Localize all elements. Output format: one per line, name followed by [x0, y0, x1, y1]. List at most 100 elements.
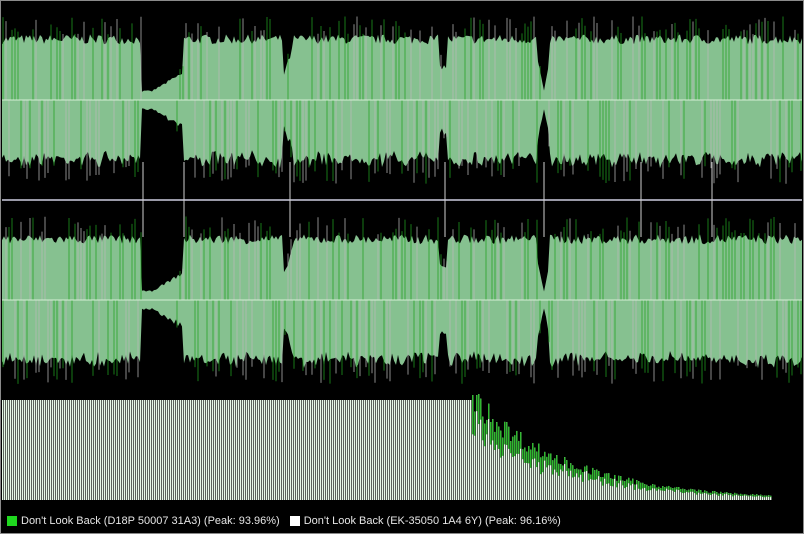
- spectrum-bar: [468, 400, 470, 500]
- spectrum-bar: [64, 400, 66, 500]
- spectrum-bar-peak: [496, 422, 498, 445]
- spectrum-bar-peak: [748, 495, 750, 497]
- spectrum-bar: [104, 400, 106, 500]
- spectrum-bar-peak: [494, 431, 496, 450]
- spectrum-bar: [120, 400, 122, 500]
- spectrum-bar-peak: [754, 494, 756, 497]
- spectrum-bar: [310, 400, 312, 500]
- spectrum-bar: [336, 400, 338, 500]
- spectrum-bar-peak: [756, 494, 758, 497]
- spectrum-bar: [56, 400, 58, 500]
- spectrum-bar: [218, 400, 220, 500]
- spectrum-bar-peak: [552, 460, 554, 475]
- spectrum-bar: [358, 400, 360, 500]
- spectrum-bar-peak: [532, 442, 534, 460]
- spectrum-bar: [248, 400, 250, 500]
- spectrum-bar: [48, 400, 50, 500]
- spectrum-bar-peak: [474, 411, 476, 436]
- spectrum-bar: [384, 400, 386, 500]
- spectrum-bar: [302, 400, 304, 500]
- spectrum-bar: [32, 400, 34, 500]
- spectrum-bar-peak: [718, 493, 720, 496]
- spectrum-bar: [84, 400, 86, 500]
- spectrum-bar: [154, 400, 156, 500]
- spectrum-bar: [140, 400, 142, 500]
- spectrum-bar-peak: [612, 478, 614, 487]
- spectrum-bar: [22, 400, 24, 500]
- spectrum-bar: [382, 400, 384, 500]
- spectrum-bar-peak: [676, 486, 678, 490]
- spectrum-bar: [362, 400, 364, 500]
- spectrum-bar-peak: [524, 447, 526, 463]
- spectrum-bar: [348, 400, 350, 500]
- spectrum-bar: [228, 400, 230, 500]
- spectrum-bar: [394, 400, 396, 500]
- spectrum-bar: [454, 400, 456, 500]
- spectrum-bar-peak: [544, 451, 546, 461]
- spectrum-bar-peak: [556, 455, 558, 473]
- spectrum-bar-peak: [684, 489, 686, 493]
- spectrum-bar-peak: [594, 470, 596, 480]
- spectrum-bar: [10, 400, 12, 500]
- spectrum-bar: [308, 400, 310, 500]
- spectrum-bar-peak: [752, 494, 754, 497]
- spectrum-bar: [436, 400, 438, 500]
- spectrum-bar-peak: [736, 493, 738, 495]
- spectrum-bar: [370, 400, 372, 500]
- spectrum-bar: [356, 400, 358, 500]
- spectrum-bar: [288, 400, 290, 500]
- spectrum-bar: [208, 400, 210, 500]
- spectrum-bar-peak: [706, 491, 708, 494]
- spectrum-bar-peak: [656, 487, 658, 491]
- spectrum-bar: [364, 400, 366, 500]
- spectrum-bar-peak: [714, 491, 716, 494]
- spectrum-bar: [296, 400, 298, 500]
- spectrum-bar-peak: [674, 487, 676, 492]
- spectrum-bar-peak: [696, 491, 698, 495]
- waveform-comparison-window: Don't Look Back (D18P 50007 31A3) (Peak:…: [0, 0, 804, 534]
- spectrum-bar: [236, 400, 238, 500]
- spectrum-bar: [244, 400, 246, 500]
- spectrum-bar-peak: [602, 477, 604, 486]
- spectrum-bar: [466, 400, 468, 500]
- spectrum-bar: [442, 400, 444, 500]
- spectrum-bar-peak: [634, 484, 636, 490]
- legend-label-2: Don't Look Back (EK-35050 1A4 6Y) (Peak:…: [303, 514, 561, 527]
- spectrum-bar-peak: [596, 469, 598, 480]
- spectrum-bar: [18, 400, 20, 500]
- spectrum-bar: [316, 400, 318, 500]
- spectrum-bar: [342, 400, 344, 500]
- spectrum-bar: [192, 400, 194, 500]
- spectrum-bar: [174, 400, 176, 500]
- spectrum-bar: [34, 400, 36, 500]
- spectrum-bar-peak: [672, 488, 674, 491]
- spectrum-bar-peak: [578, 469, 580, 478]
- spectrum-bar-peak: [638, 481, 640, 489]
- legend-swatch-1: [7, 515, 17, 526]
- spectrum-bar-peak: [498, 426, 500, 449]
- spectrum-bar-peak: [738, 494, 740, 496]
- spectrum-bar: [374, 400, 376, 500]
- spectrum-bar: [222, 400, 224, 500]
- spectrum-bar: [230, 400, 232, 500]
- spectrum-bar: [312, 400, 314, 500]
- spectrum-bar-peak: [722, 493, 724, 496]
- spectrum-bar: [72, 400, 74, 500]
- spectrum-bar: [444, 400, 446, 500]
- spectrum-bar-peak: [534, 447, 536, 459]
- spectrum-bar: [46, 400, 48, 500]
- spectrum-bar: [406, 400, 408, 500]
- waveform-view: [2, 16, 802, 502]
- spectrum-bar: [132, 400, 134, 500]
- spectrum-bar: [456, 400, 458, 500]
- spectrum-bar: [136, 400, 138, 500]
- spectrum-bar-peak: [632, 478, 634, 484]
- spectrum-bar-peak: [654, 484, 656, 489]
- spectrum-bar-peak: [616, 480, 618, 488]
- spectrum-bar-peak: [636, 480, 638, 485]
- spectrum-bar-peak: [606, 473, 608, 484]
- spectrum-bar-peak: [658, 486, 660, 490]
- spectrum-bar: [298, 400, 300, 500]
- spectrum-bar-peak: [564, 457, 566, 465]
- spectrum-bar: [134, 400, 136, 500]
